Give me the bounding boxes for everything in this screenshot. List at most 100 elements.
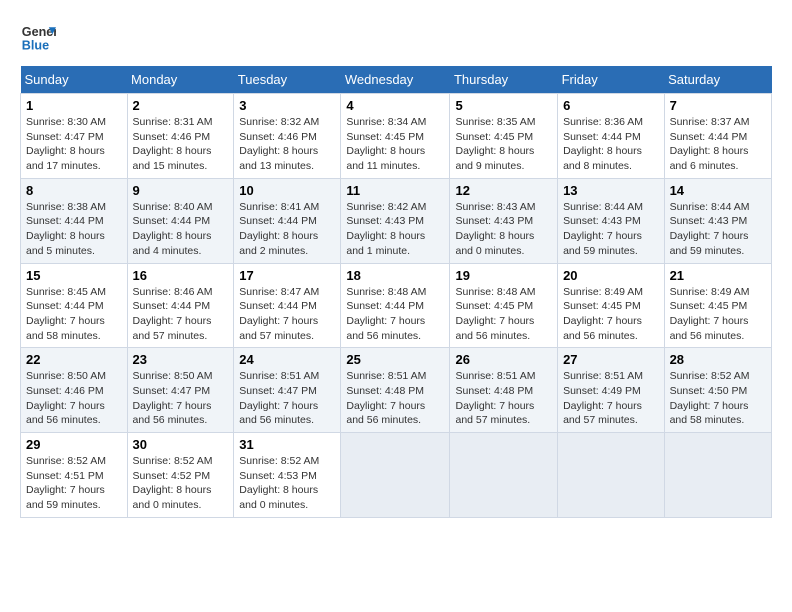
day-info: Sunrise: 8:49 AM Sunset: 4:45 PM Dayligh…	[563, 285, 659, 344]
calendar-week-row: 8 Sunrise: 8:38 AM Sunset: 4:44 PM Dayli…	[21, 178, 772, 263]
day-info: Sunrise: 8:43 AM Sunset: 4:43 PM Dayligh…	[455, 200, 552, 259]
day-info: Sunrise: 8:46 AM Sunset: 4:44 PM Dayligh…	[133, 285, 229, 344]
day-info: Sunrise: 8:44 AM Sunset: 4:43 PM Dayligh…	[670, 200, 766, 259]
calendar-day-cell: 15 Sunrise: 8:45 AM Sunset: 4:44 PM Dayl…	[21, 263, 128, 348]
calendar-day-cell: 9 Sunrise: 8:40 AM Sunset: 4:44 PM Dayli…	[127, 178, 234, 263]
day-info: Sunrise: 8:44 AM Sunset: 4:43 PM Dayligh…	[563, 200, 659, 259]
calendar-day-cell: 26 Sunrise: 8:51 AM Sunset: 4:48 PM Dayl…	[450, 348, 558, 433]
day-number: 5	[455, 98, 552, 113]
day-info: Sunrise: 8:38 AM Sunset: 4:44 PM Dayligh…	[26, 200, 122, 259]
day-info: Sunrise: 8:35 AM Sunset: 4:45 PM Dayligh…	[455, 115, 552, 174]
calendar-week-row: 1 Sunrise: 8:30 AM Sunset: 4:47 PM Dayli…	[21, 94, 772, 179]
day-number: 2	[133, 98, 229, 113]
day-info: Sunrise: 8:52 AM Sunset: 4:50 PM Dayligh…	[670, 369, 766, 428]
calendar-table: SundayMondayTuesdayWednesdayThursdayFrid…	[20, 66, 772, 518]
calendar-day-cell: 13 Sunrise: 8:44 AM Sunset: 4:43 PM Dayl…	[558, 178, 665, 263]
calendar-day-cell: 12 Sunrise: 8:43 AM Sunset: 4:43 PM Dayl…	[450, 178, 558, 263]
calendar-day-cell: 18 Sunrise: 8:48 AM Sunset: 4:44 PM Dayl…	[341, 263, 450, 348]
calendar-day-cell: 2 Sunrise: 8:31 AM Sunset: 4:46 PM Dayli…	[127, 94, 234, 179]
logo-icon: General Blue	[20, 20, 56, 56]
calendar-day-cell	[664, 433, 771, 518]
calendar-day-cell: 23 Sunrise: 8:50 AM Sunset: 4:47 PM Dayl…	[127, 348, 234, 433]
calendar-day-cell: 10 Sunrise: 8:41 AM Sunset: 4:44 PM Dayl…	[234, 178, 341, 263]
day-info: Sunrise: 8:52 AM Sunset: 4:53 PM Dayligh…	[239, 454, 335, 513]
day-info: Sunrise: 8:49 AM Sunset: 4:45 PM Dayligh…	[670, 285, 766, 344]
day-of-week-header: Wednesday	[341, 66, 450, 94]
calendar-week-row: 29 Sunrise: 8:52 AM Sunset: 4:51 PM Dayl…	[21, 433, 772, 518]
day-number: 10	[239, 183, 335, 198]
day-info: Sunrise: 8:31 AM Sunset: 4:46 PM Dayligh…	[133, 115, 229, 174]
day-number: 17	[239, 268, 335, 283]
svg-text:Blue: Blue	[22, 39, 49, 53]
day-of-week-header: Tuesday	[234, 66, 341, 94]
day-number: 13	[563, 183, 659, 198]
day-number: 15	[26, 268, 122, 283]
calendar-day-cell: 22 Sunrise: 8:50 AM Sunset: 4:46 PM Dayl…	[21, 348, 128, 433]
day-info: Sunrise: 8:51 AM Sunset: 4:48 PM Dayligh…	[346, 369, 444, 428]
day-number: 23	[133, 352, 229, 367]
calendar-day-cell: 11 Sunrise: 8:42 AM Sunset: 4:43 PM Dayl…	[341, 178, 450, 263]
calendar-week-row: 15 Sunrise: 8:45 AM Sunset: 4:44 PM Dayl…	[21, 263, 772, 348]
day-number: 9	[133, 183, 229, 198]
day-info: Sunrise: 8:50 AM Sunset: 4:46 PM Dayligh…	[26, 369, 122, 428]
logo: General Blue	[20, 20, 56, 56]
day-info: Sunrise: 8:51 AM Sunset: 4:47 PM Dayligh…	[239, 369, 335, 428]
day-info: Sunrise: 8:52 AM Sunset: 4:52 PM Dayligh…	[133, 454, 229, 513]
calendar-day-cell	[341, 433, 450, 518]
calendar-day-cell: 7 Sunrise: 8:37 AM Sunset: 4:44 PM Dayli…	[664, 94, 771, 179]
day-number: 26	[455, 352, 552, 367]
calendar-day-cell: 14 Sunrise: 8:44 AM Sunset: 4:43 PM Dayl…	[664, 178, 771, 263]
day-number: 16	[133, 268, 229, 283]
calendar-day-cell: 6 Sunrise: 8:36 AM Sunset: 4:44 PM Dayli…	[558, 94, 665, 179]
day-number: 31	[239, 437, 335, 452]
day-number: 24	[239, 352, 335, 367]
calendar-day-cell: 17 Sunrise: 8:47 AM Sunset: 4:44 PM Dayl…	[234, 263, 341, 348]
day-info: Sunrise: 8:52 AM Sunset: 4:51 PM Dayligh…	[26, 454, 122, 513]
day-number: 12	[455, 183, 552, 198]
day-number: 27	[563, 352, 659, 367]
day-info: Sunrise: 8:48 AM Sunset: 4:45 PM Dayligh…	[455, 285, 552, 344]
day-info: Sunrise: 8:50 AM Sunset: 4:47 PM Dayligh…	[133, 369, 229, 428]
day-info: Sunrise: 8:51 AM Sunset: 4:49 PM Dayligh…	[563, 369, 659, 428]
calendar-day-cell: 25 Sunrise: 8:51 AM Sunset: 4:48 PM Dayl…	[341, 348, 450, 433]
day-number: 29	[26, 437, 122, 452]
day-info: Sunrise: 8:45 AM Sunset: 4:44 PM Dayligh…	[26, 285, 122, 344]
calendar-day-cell: 30 Sunrise: 8:52 AM Sunset: 4:52 PM Dayl…	[127, 433, 234, 518]
calendar-day-cell: 4 Sunrise: 8:34 AM Sunset: 4:45 PM Dayli…	[341, 94, 450, 179]
day-number: 19	[455, 268, 552, 283]
day-info: Sunrise: 8:36 AM Sunset: 4:44 PM Dayligh…	[563, 115, 659, 174]
calendar-day-cell: 27 Sunrise: 8:51 AM Sunset: 4:49 PM Dayl…	[558, 348, 665, 433]
calendar-day-cell: 19 Sunrise: 8:48 AM Sunset: 4:45 PM Dayl…	[450, 263, 558, 348]
day-of-week-header: Thursday	[450, 66, 558, 94]
day-of-week-header: Sunday	[21, 66, 128, 94]
day-info: Sunrise: 8:40 AM Sunset: 4:44 PM Dayligh…	[133, 200, 229, 259]
day-number: 14	[670, 183, 766, 198]
day-number: 6	[563, 98, 659, 113]
calendar-day-cell: 1 Sunrise: 8:30 AM Sunset: 4:47 PM Dayli…	[21, 94, 128, 179]
day-number: 3	[239, 98, 335, 113]
day-info: Sunrise: 8:30 AM Sunset: 4:47 PM Dayligh…	[26, 115, 122, 174]
day-number: 21	[670, 268, 766, 283]
calendar-day-cell	[450, 433, 558, 518]
calendar-day-cell: 29 Sunrise: 8:52 AM Sunset: 4:51 PM Dayl…	[21, 433, 128, 518]
day-info: Sunrise: 8:47 AM Sunset: 4:44 PM Dayligh…	[239, 285, 335, 344]
day-number: 7	[670, 98, 766, 113]
day-of-week-header: Saturday	[664, 66, 771, 94]
calendar-day-cell: 3 Sunrise: 8:32 AM Sunset: 4:46 PM Dayli…	[234, 94, 341, 179]
days-header-row: SundayMondayTuesdayWednesdayThursdayFrid…	[21, 66, 772, 94]
day-info: Sunrise: 8:32 AM Sunset: 4:46 PM Dayligh…	[239, 115, 335, 174]
calendar-day-cell: 16 Sunrise: 8:46 AM Sunset: 4:44 PM Dayl…	[127, 263, 234, 348]
calendar-day-cell: 20 Sunrise: 8:49 AM Sunset: 4:45 PM Dayl…	[558, 263, 665, 348]
day-number: 1	[26, 98, 122, 113]
day-number: 8	[26, 183, 122, 198]
day-number: 4	[346, 98, 444, 113]
day-info: Sunrise: 8:34 AM Sunset: 4:45 PM Dayligh…	[346, 115, 444, 174]
day-number: 22	[26, 352, 122, 367]
day-info: Sunrise: 8:51 AM Sunset: 4:48 PM Dayligh…	[455, 369, 552, 428]
day-number: 11	[346, 183, 444, 198]
calendar-day-cell: 24 Sunrise: 8:51 AM Sunset: 4:47 PM Dayl…	[234, 348, 341, 433]
calendar-day-cell: 31 Sunrise: 8:52 AM Sunset: 4:53 PM Dayl…	[234, 433, 341, 518]
day-info: Sunrise: 8:48 AM Sunset: 4:44 PM Dayligh…	[346, 285, 444, 344]
day-info: Sunrise: 8:37 AM Sunset: 4:44 PM Dayligh…	[670, 115, 766, 174]
calendar-day-cell: 8 Sunrise: 8:38 AM Sunset: 4:44 PM Dayli…	[21, 178, 128, 263]
